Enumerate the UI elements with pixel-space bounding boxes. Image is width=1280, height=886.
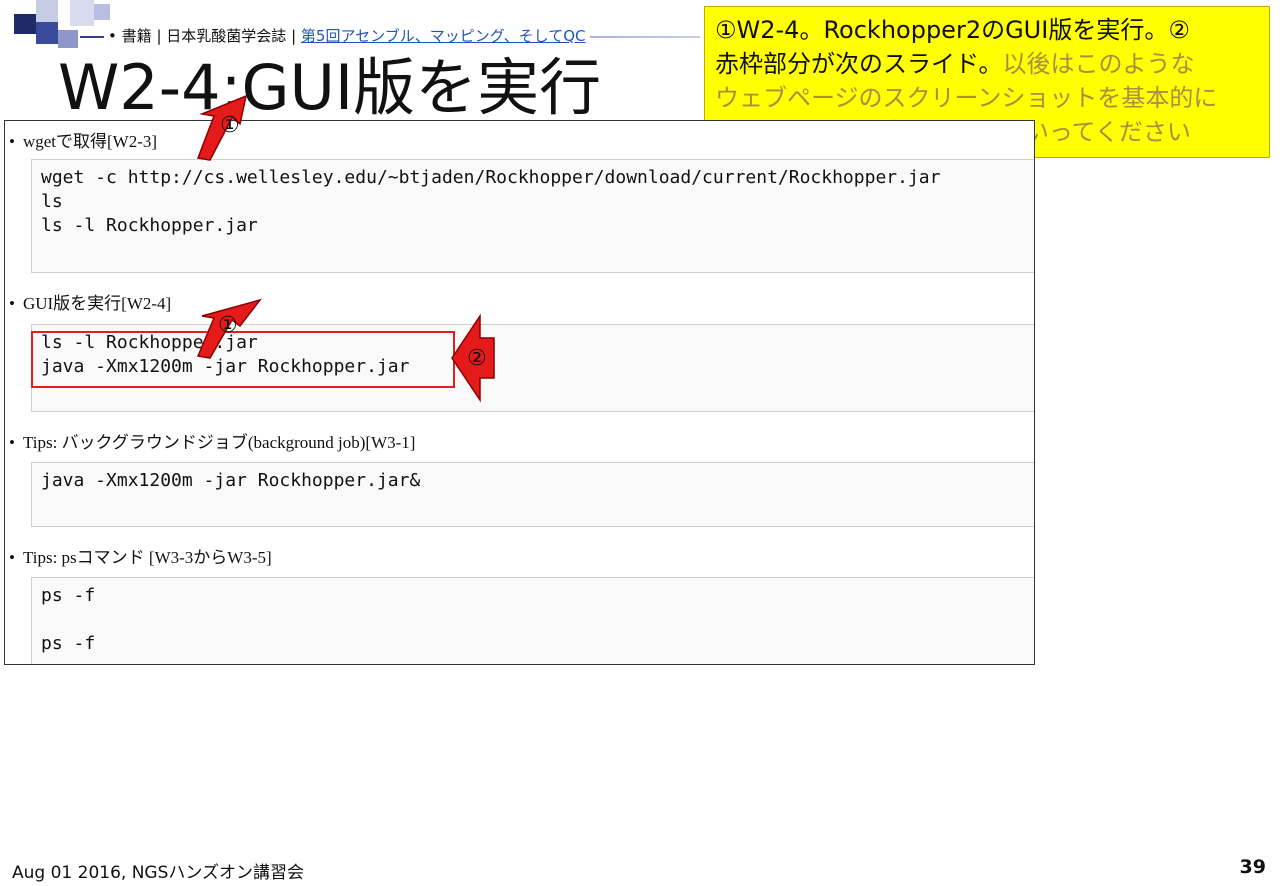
callout-number: ② xyxy=(467,346,487,371)
callout-number: ① xyxy=(218,313,238,338)
callout-number: ① xyxy=(220,113,240,138)
page-number: 39 xyxy=(1239,856,1266,878)
footer-text: Aug 01 2016, NGSハンズオン講習会 xyxy=(12,863,305,883)
annotation-arrows xyxy=(196,94,495,403)
